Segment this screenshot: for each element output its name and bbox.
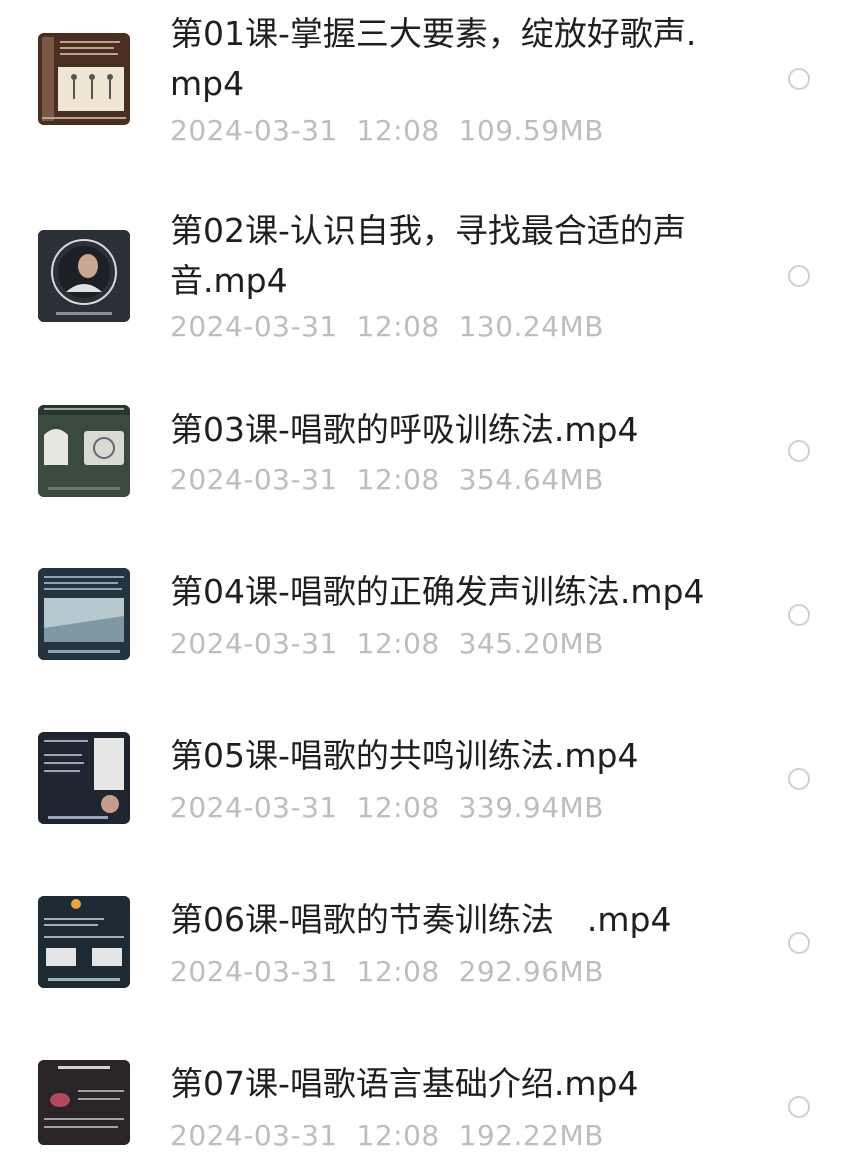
file-row-03[interactable]: 第03课-唱歌的呼吸训练法.mp4 2024-03-31 12:08 354.6… — [0, 370, 860, 530]
file-name: 第06课-唱歌的节奏训练法 .mp4 — [170, 900, 672, 939]
select-radio[interactable] — [788, 440, 810, 462]
file-row-02[interactable]: 第02课-认识自我，寻找最合适的声音.mp4 2024-03-31 12:08 … — [0, 180, 860, 370]
file-meta: 2024-03-31 12:08 130.24MB — [170, 310, 604, 343]
file-name: 第01课-掌握三大要素，绽放好歌声.mp4 — [170, 14, 697, 103]
file-name: 第05课-唱歌的共鸣训练法.mp4 — [170, 736, 639, 775]
file-size: 354.64MB — [458, 463, 604, 496]
file-row-04[interactable]: 第04课-唱歌的正确发声训练法.mp4 2024-03-31 12:08 345… — [0, 530, 860, 694]
file-date: 2024-03-31 — [170, 310, 338, 343]
file-date: 2024-03-31 — [170, 463, 338, 496]
file-meta: 2024-03-31 12:08 292.96MB — [170, 955, 604, 988]
file-size: 192.22MB — [458, 1119, 604, 1152]
file-time: 12:08 — [356, 310, 440, 343]
video-thumbnail — [38, 896, 130, 988]
file-date: 2024-03-31 — [170, 1119, 338, 1152]
file-name: 第07课-唱歌语言基础介绍.mp4 — [170, 1064, 639, 1103]
select-radio[interactable] — [788, 932, 810, 954]
select-radio[interactable] — [788, 768, 810, 790]
video-thumbnail — [38, 405, 130, 497]
file-size: 292.96MB — [458, 955, 604, 988]
file-time: 12:08 — [356, 1119, 440, 1152]
file-name: 第04课-唱歌的正确发声训练法.mp4 — [170, 572, 705, 611]
file-row-06[interactable]: 第06课-唱歌的节奏训练法 .mp4 2024-03-31 12:08 292.… — [0, 858, 860, 1022]
file-time: 12:08 — [356, 627, 440, 660]
file-time: 12:08 — [356, 791, 440, 824]
file-date: 2024-03-31 — [170, 955, 338, 988]
file-meta: 2024-03-31 12:08 339.94MB — [170, 791, 604, 824]
file-meta: 2024-03-31 12:08 192.22MB — [170, 1119, 604, 1152]
video-thumbnail — [38, 33, 130, 125]
file-row-01[interactable]: 第01课-掌握三大要素，绽放好歌声.mp4 2024-03-31 12:08 1… — [0, 0, 860, 180]
file-date: 2024-03-31 — [170, 627, 338, 660]
file-time: 12:08 — [356, 463, 440, 496]
video-thumbnail — [38, 568, 130, 660]
file-meta: 2024-03-31 12:08 345.20MB — [170, 627, 604, 660]
select-radio[interactable] — [788, 1096, 810, 1118]
select-radio[interactable] — [788, 604, 810, 626]
file-row-05[interactable]: 第05课-唱歌的共鸣训练法.mp4 2024-03-31 12:08 339.9… — [0, 694, 860, 858]
file-name: 第03课-唱歌的呼吸训练法.mp4 — [170, 410, 639, 449]
file-date: 2024-03-31 — [170, 114, 338, 147]
video-thumbnail — [38, 230, 130, 322]
video-thumbnail — [38, 732, 130, 824]
file-size: 339.94MB — [458, 791, 604, 824]
file-date: 2024-03-31 — [170, 791, 338, 824]
file-name: 第02课-认识自我，寻找最合适的声音.mp4 — [170, 211, 686, 300]
file-meta: 2024-03-31 12:08 354.64MB — [170, 463, 604, 496]
video-thumbnail — [38, 1060, 130, 1145]
select-radio[interactable] — [788, 68, 810, 90]
select-radio[interactable] — [788, 265, 810, 287]
file-size: 345.20MB — [458, 627, 604, 660]
file-size: 130.24MB — [458, 310, 604, 343]
file-size: 109.59MB — [458, 114, 604, 147]
file-row-07[interactable]: 第07课-唱歌语言基础介绍.mp4 2024-03-31 12:08 192.2… — [0, 1022, 860, 1152]
file-meta: 2024-03-31 12:08 109.59MB — [170, 114, 604, 147]
file-time: 12:08 — [356, 955, 440, 988]
file-time: 12:08 — [356, 114, 440, 147]
